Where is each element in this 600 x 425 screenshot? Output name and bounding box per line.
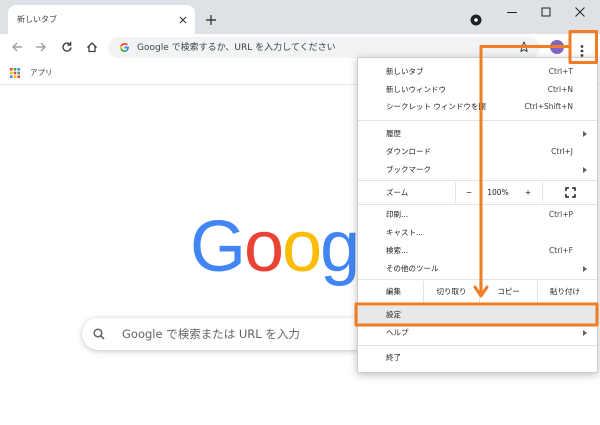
zoom-in-button[interactable]: + <box>514 182 542 203</box>
copy-button[interactable]: コピー <box>479 280 537 303</box>
menu-item-shortcut: Ctrl+F <box>549 246 573 255</box>
menu-item-help[interactable]: ヘルプ <box>358 324 597 342</box>
tab-new-tab[interactable]: 新しいタブ <box>8 5 195 34</box>
search-icon <box>93 328 105 340</box>
submenu-arrow-icon <box>583 130 587 137</box>
menu-item-history[interactable]: 履歴 <box>358 125 597 143</box>
menu-item-new-tab[interactable]: 新しいタブ Ctrl+T <box>358 63 597 81</box>
menu-separator <box>358 342 597 349</box>
more-vertical-icon[interactable] <box>574 38 590 58</box>
menu-separator <box>358 179 597 182</box>
profile-avatar[interactable] <box>550 40 564 54</box>
menu-item-label: 履歴 <box>386 129 401 138</box>
address-bar-input[interactable] <box>137 37 507 58</box>
reload-icon[interactable] <box>61 41 73 53</box>
home-icon[interactable] <box>86 41 98 53</box>
submenu-arrow-icon <box>583 166 587 173</box>
edit-label: 編集 <box>386 287 401 296</box>
menu-zoom-row: ズーム − 100% + <box>358 181 597 203</box>
menu-item-shortcut: Ctrl+T <box>548 67 573 77</box>
submenu-arrow-icon <box>583 329 587 336</box>
minimize-icon[interactable] <box>507 7 517 17</box>
fullscreen-button[interactable] <box>542 181 597 203</box>
record-icon[interactable] <box>470 14 482 26</box>
menu-separator <box>358 116 597 125</box>
chrome-app-menu: 新しいタブ Ctrl+T 新しいウィンドウ Ctrl+N シークレット ウィンド… <box>357 57 598 373</box>
menu-item-find[interactable]: 検索... Ctrl+F <box>358 242 597 260</box>
logo-letter: o <box>282 207 322 287</box>
menu-item-cast[interactable]: キャスト... <box>358 224 597 242</box>
submenu-arrow-icon <box>583 265 587 272</box>
menu-item-label: ダウンロード <box>386 147 431 156</box>
tab-title: 新しいタブ <box>17 15 57 24</box>
logo-letter: g <box>320 207 360 287</box>
close-icon[interactable] <box>178 15 188 25</box>
menu-item-shortcut: Ctrl+N <box>547 84 573 94</box>
paste-button[interactable]: 貼り付け <box>537 280 592 303</box>
menu-item-bookmarks[interactable]: ブックマーク <box>358 161 597 179</box>
menu-edit-row: 編集 切り取り コピー 貼り付け <box>358 280 597 303</box>
menu-item-label: ブックマーク <box>386 165 431 174</box>
back-arrow-icon[interactable] <box>11 41 23 53</box>
menu-item-label: 検索... <box>386 246 409 255</box>
google-g-icon <box>120 43 129 52</box>
zoom-out-button[interactable]: − <box>456 182 482 203</box>
logo-letter: o <box>244 207 284 287</box>
plus-icon[interactable] <box>205 14 217 26</box>
menu-item-label: 終了 <box>386 353 401 362</box>
title-bar: 新しいタブ <box>0 0 600 34</box>
menu-separator <box>358 278 597 281</box>
cut-button[interactable]: 切り取り <box>423 280 479 303</box>
menu-item-label: 新しいタブ <box>386 67 424 77</box>
menu-item-shortcut: Ctrl+J <box>551 147 573 156</box>
menu-item-incognito-window[interactable]: シークレット ウィンドウを開 Ctrl+Shift+N <box>358 98 597 116</box>
menu-item-shortcut: Ctrl+P <box>548 210 573 219</box>
menu-item-downloads[interactable]: ダウンロード Ctrl+J <box>358 143 597 161</box>
menu-item-print[interactable]: 印刷... Ctrl+P <box>358 206 597 224</box>
fullscreen-icon <box>564 186 576 198</box>
menu-item-exit[interactable]: 終了 <box>358 349 597 367</box>
menu-item-label: ヘルプ <box>386 328 409 337</box>
forward-arrow-icon[interactable] <box>35 41 47 53</box>
menu-item-label: 新しいウィンドウ <box>386 84 446 94</box>
logo-letter: G <box>190 207 246 287</box>
menu-item-label: キャスト... <box>386 228 424 237</box>
apps-shortcut-label[interactable]: アプリ <box>30 67 53 79</box>
menu-item-label: 設定 <box>386 310 401 319</box>
zoom-label: ズーム <box>386 187 409 197</box>
menu-item-label: シークレット ウィンドウを開 <box>386 102 486 112</box>
menu-item-settings[interactable]: 設定 <box>358 305 597 324</box>
maximize-icon[interactable] <box>541 7 551 17</box>
star-icon[interactable] <box>518 41 530 53</box>
apps-grid-icon[interactable] <box>10 68 20 78</box>
menu-item-shortcut: Ctrl+Shift+N <box>524 102 573 112</box>
menu-item-label: その他のツール <box>386 264 439 273</box>
address-bar[interactable] <box>108 37 540 58</box>
window-close-icon[interactable] <box>575 7 585 17</box>
menu-item-new-window[interactable]: 新しいウィンドウ Ctrl+N <box>358 81 597 99</box>
zoom-controls: − 100% + <box>455 181 542 203</box>
zoom-level: 100% <box>487 187 509 197</box>
menu-item-more-tools[interactable]: その他のツール <box>358 260 597 278</box>
menu-item-label: 印刷... <box>386 210 409 219</box>
